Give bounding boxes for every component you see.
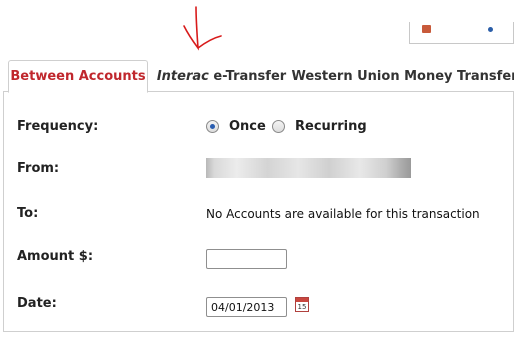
to-label: To:	[17, 206, 39, 221]
frequency-once-label[interactable]: Once	[229, 119, 266, 134]
widget-icon	[422, 25, 431, 33]
calendar-day: 15	[297, 303, 307, 311]
tab-western-union[interactable]: Western Union Money Transfer	[291, 60, 514, 92]
from-account-redacted[interactable]	[206, 158, 411, 178]
date-label: Date:	[17, 296, 57, 311]
widget-dot-icon	[488, 27, 493, 32]
tab-label-italic: Interac	[156, 68, 209, 84]
tab-between-accounts[interactable]: Between Accounts	[8, 60, 148, 93]
tab-interac-etransfer[interactable]: Interac e-Transfer	[153, 60, 290, 92]
frequency-label: Frequency:	[17, 119, 99, 134]
tab-label: e-Transfer	[208, 68, 287, 84]
transfer-tabs: Between Accounts Interac e-Transfer West…	[3, 55, 514, 93]
amount-label: Amount $:	[17, 249, 94, 264]
date-input[interactable]	[206, 297, 287, 317]
tab-label: Western Union Money Transfer	[291, 68, 514, 84]
annotation-arrow-icon	[183, 6, 222, 51]
frequency-recurring-label[interactable]: Recurring	[295, 119, 367, 134]
amount-input[interactable]	[206, 249, 287, 269]
frequency-recurring-radio[interactable]	[272, 120, 285, 133]
tab-label: Between Accounts	[10, 69, 146, 84]
calendar-icon[interactable]: 15	[295, 297, 309, 312]
to-message: No Accounts are available for this trans…	[206, 207, 480, 221]
top-right-widget[interactable]	[409, 22, 514, 44]
from-label: From:	[17, 161, 60, 176]
frequency-once-radio[interactable]	[206, 120, 219, 133]
